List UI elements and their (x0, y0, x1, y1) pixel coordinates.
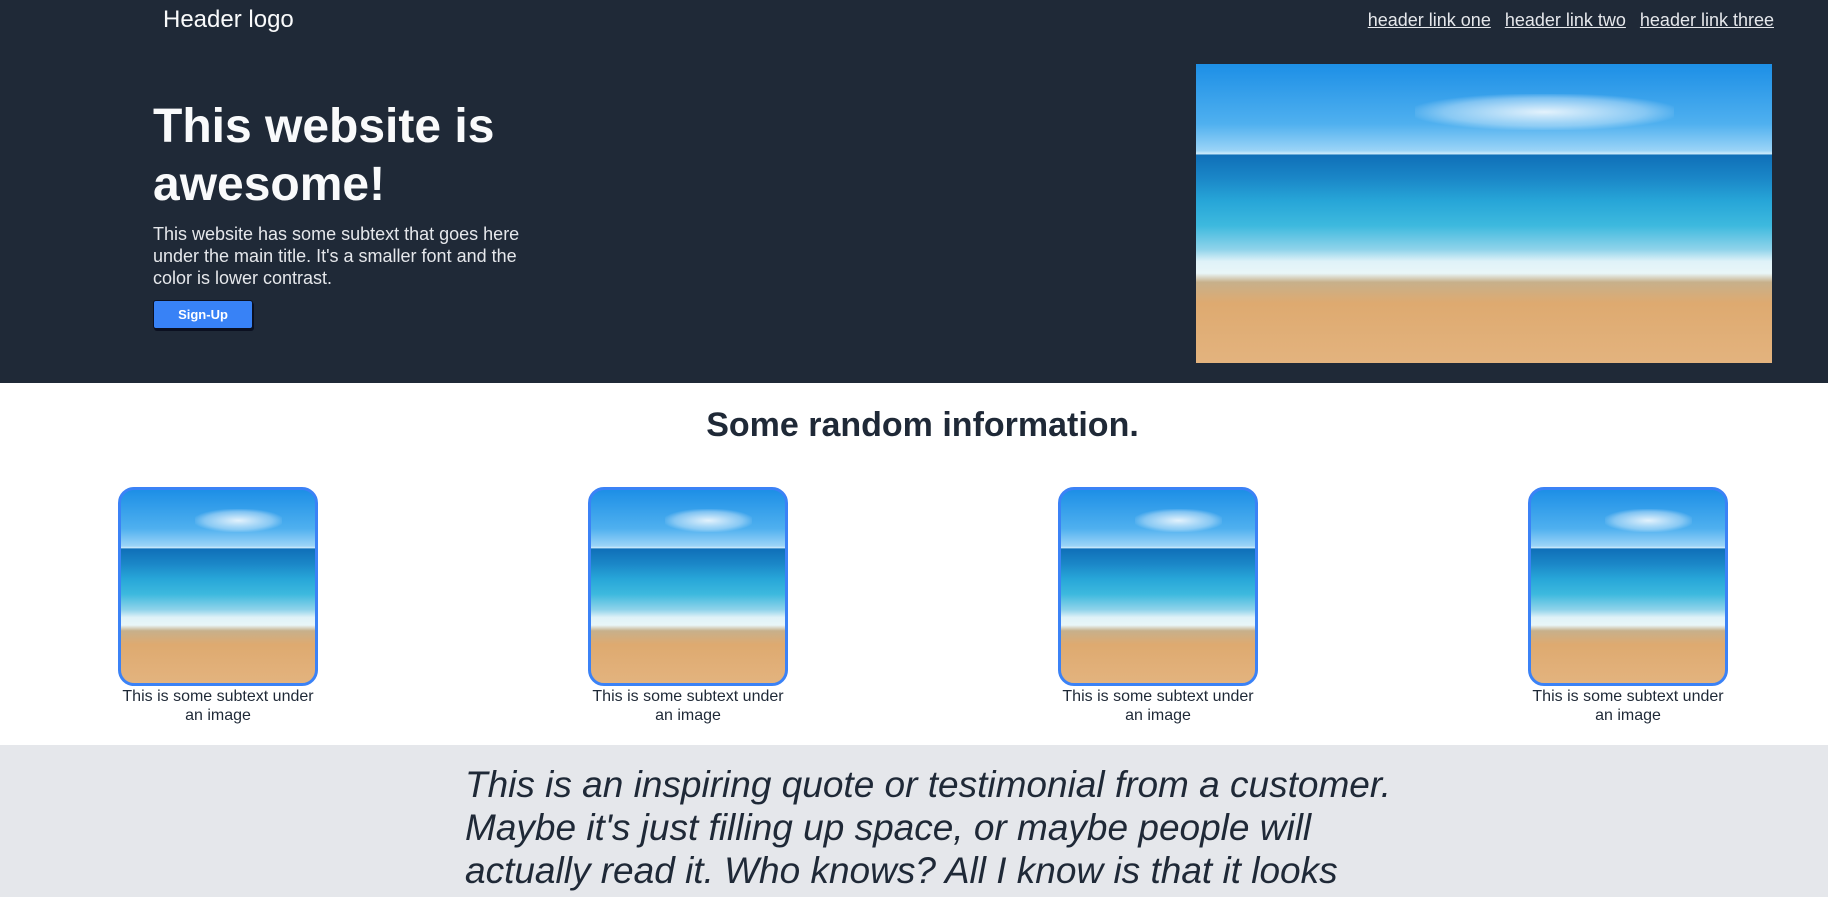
info-card: This is some subtext under an image (1058, 487, 1258, 725)
card-beach-image (118, 487, 318, 686)
hero-title: This website is awesome! (153, 100, 495, 211)
clouds-decoration (1134, 509, 1223, 533)
card-beach-image (1058, 487, 1258, 686)
header-link-one[interactable]: header link one (1368, 8, 1491, 32)
info-card: This is some subtext under an image (118, 487, 318, 725)
clouds-decoration (194, 509, 283, 533)
card-beach-image (588, 487, 788, 686)
hero-subtext: This website has some subtext that goes … (153, 224, 520, 288)
header-link-two[interactable]: header link two (1505, 8, 1626, 32)
info-card: This is some subtext under an image (588, 487, 788, 725)
header-link-three[interactable]: header link three (1640, 8, 1774, 32)
card-subtext: This is some subtext under an image (1532, 688, 1724, 724)
info-card: This is some subtext under an image (1528, 487, 1728, 725)
card-subtext: This is some subtext under an image (592, 688, 784, 724)
hero-beach-image (1196, 64, 1772, 363)
testimonial-quote: This is an inspiring quote or testimonia… (465, 764, 1392, 891)
clouds-decoration (1604, 509, 1693, 533)
header-logo[interactable]: Header logo (163, 6, 294, 34)
quote-section: This is an inspiring quote or testimonia… (0, 745, 1828, 897)
clouds-decoration (664, 509, 753, 533)
sign-up-button[interactable]: Sign-Up (153, 300, 253, 329)
clouds-decoration (1414, 93, 1675, 130)
card-beach-image (1528, 487, 1728, 686)
info-section-title: Some random information. (706, 406, 1139, 444)
card-subtext: This is some subtext under an image (1062, 688, 1254, 724)
header-nav: header link one header link two header l… (1368, 8, 1774, 32)
card-subtext: This is some subtext under an image (122, 688, 314, 724)
hero-section: Header logo header link one header link … (0, 0, 1828, 383)
